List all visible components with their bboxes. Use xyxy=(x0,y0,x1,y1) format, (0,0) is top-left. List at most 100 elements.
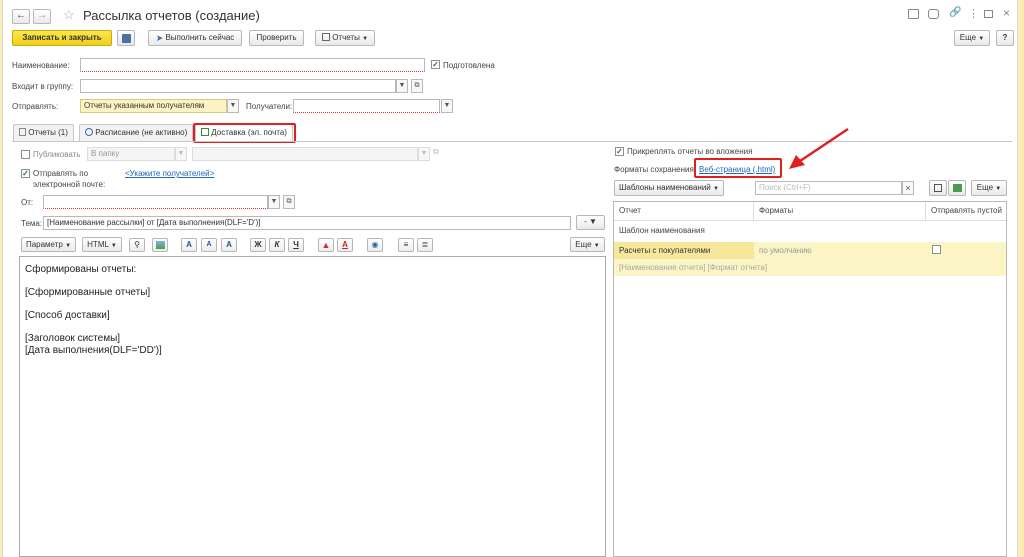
folder-path-dropdown: ▼ xyxy=(418,147,430,161)
column-header-send-empty[interactable]: Отправлять пустой xyxy=(926,202,1008,220)
copy-icon xyxy=(934,184,942,192)
row-send-empty-checkbox[interactable] xyxy=(932,245,941,254)
recipients-link[interactable]: <Укажите получателей> xyxy=(125,169,214,178)
help-button[interactable]: ? xyxy=(996,30,1014,46)
back-button[interactable]: ← xyxy=(12,9,30,24)
editor-more-button[interactable]: Еще ▼ xyxy=(570,237,605,252)
table-row[interactable]: Расчеты с покупателями по умолчанию [Наи… xyxy=(614,242,1006,276)
run-now-button[interactable]: ➤ Выполнить сейчас xyxy=(148,30,242,46)
insert-image-icon[interactable] xyxy=(152,238,168,252)
copy-button[interactable] xyxy=(929,180,947,196)
formats-label: Форматы сохранения: xyxy=(614,165,697,174)
html-label: HTML xyxy=(87,240,109,249)
send-email-checkbox[interactable]: ✓ xyxy=(21,169,30,178)
templates-label: Шаблоны наименований xyxy=(619,183,711,192)
from-open-button[interactable]: ⧉ xyxy=(283,195,295,209)
numbered-list-icon[interactable]: ≣ xyxy=(417,238,433,252)
grid-more-button[interactable]: Еще ▼ xyxy=(971,180,1007,196)
search-input[interactable]: Поиск (Ctrl+F) xyxy=(755,181,902,195)
restore-icon[interactable] xyxy=(984,10,993,18)
chevron-down-icon: ▼ xyxy=(995,186,1002,192)
group-label: Входит в группу: xyxy=(12,82,74,91)
forward-button[interactable]: → xyxy=(33,9,51,24)
tab-reports-label: Отчеты (1) xyxy=(28,128,68,137)
insert-link-icon[interactable]: ◉ xyxy=(367,238,383,252)
tab-schedule[interactable]: Расписание (не активно) xyxy=(79,124,194,141)
italic-button[interactable]: К xyxy=(269,238,285,252)
send-select[interactable]: Отчеты указанным получателям xyxy=(80,99,227,113)
report-mailing-window: ← → ☆ Рассылка отчетов (создание) 🔗 ⋮ × … xyxy=(2,0,1018,557)
more-label: Еще xyxy=(959,33,977,42)
grid-more-label: Еще xyxy=(976,183,994,192)
picture-glyph xyxy=(155,241,165,249)
more-button[interactable]: Еще ▼ xyxy=(954,30,990,46)
search-clear-button[interactable]: × xyxy=(902,181,914,195)
text-color-icon[interactable]: A xyxy=(337,238,353,252)
save-disk-button[interactable] xyxy=(117,30,135,46)
bulleted-list-icon[interactable]: ≡ xyxy=(398,238,414,252)
email-body-editor[interactable]: Сформированы отчеты: [Сформированные отч… xyxy=(19,256,606,557)
subject-more-button[interactable]: - ▼ xyxy=(576,215,605,230)
publish-checkbox[interactable] xyxy=(21,150,30,159)
send-dropdown-button[interactable]: ▼ xyxy=(227,99,239,113)
html-menu-button[interactable]: HTML ▼ xyxy=(82,237,122,252)
editor-line: [Сформированные отчеты] xyxy=(25,287,151,298)
prepared-label: Подготовлена xyxy=(443,61,495,70)
reports-label: Отчеты xyxy=(332,33,360,42)
underline-button[interactable]: Ч xyxy=(288,238,304,252)
send-label: Отправлять: xyxy=(12,102,59,111)
prepared-checkbox[interactable]: ✓ xyxy=(431,60,440,69)
row-report-name: Расчеты с покупателями xyxy=(619,246,711,255)
font-style-icon[interactable]: A xyxy=(221,238,237,252)
arrow-right-icon: ➤ xyxy=(155,33,164,43)
tab-reports[interactable]: Отчеты (1) xyxy=(13,124,74,141)
publish-label: Публиковать xyxy=(33,150,81,159)
recipients-dropdown-button[interactable]: ▼ xyxy=(441,99,453,113)
folder-path-input xyxy=(192,147,418,161)
find-icon[interactable]: ⚲ xyxy=(129,238,145,252)
name-templates-button[interactable]: Шаблоны наименований ▼ xyxy=(614,180,724,196)
chevron-down-icon: ▼ xyxy=(65,243,72,249)
chevron-down-icon: ▼ xyxy=(362,36,369,42)
save-and-close-button[interactable]: Записать и закрыть xyxy=(12,30,112,46)
group-dropdown-button[interactable]: ▼ xyxy=(396,79,408,93)
font-decrease-icon[interactable]: A xyxy=(201,238,217,252)
attach-reports-checkbox[interactable]: ✓ xyxy=(615,147,624,156)
reports-menu-button[interactable]: Отчеты ▼ xyxy=(315,30,375,46)
document-icon xyxy=(19,128,26,136)
subject-input[interactable]: [Наименование рассылки] от [Дата выполне… xyxy=(43,216,571,230)
column-header-report[interactable]: Отчет xyxy=(614,202,754,220)
send-email-label-line1: Отправлять по xyxy=(33,169,89,178)
header-divider xyxy=(614,220,1006,221)
column-header-formats[interactable]: Форматы xyxy=(754,202,926,220)
background-color-icon[interactable]: ▲ xyxy=(318,238,334,252)
editor-line xyxy=(25,276,605,287)
formats-link-highlight xyxy=(694,158,782,178)
editor-line: Сформированы отчеты: xyxy=(25,264,137,275)
chevron-down-icon: ▼ xyxy=(110,243,117,249)
reports-table: Отчет Форматы Отправлять пустой Шаблон н… xyxy=(613,201,1007,557)
bold-button[interactable]: Ж xyxy=(250,238,266,252)
chevron-down-icon: ▼ xyxy=(978,36,985,42)
edit-button[interactable] xyxy=(948,180,966,196)
close-icon[interactable]: × xyxy=(1003,6,1010,20)
chevron-down-icon: ▼ xyxy=(713,186,719,192)
more-vertical-icon[interactable]: ⋮ xyxy=(968,7,979,20)
recipients-input[interactable] xyxy=(293,99,440,113)
editor-line: [Дата выполнения(DLF='DD')] xyxy=(25,345,162,356)
group-open-button[interactable]: ⧉ xyxy=(411,79,423,93)
printer-icon[interactable] xyxy=(908,9,919,19)
editor-line: [Заголовок системы] xyxy=(25,333,121,344)
check-button[interactable]: Проверить xyxy=(249,30,304,46)
from-input[interactable] xyxy=(43,195,268,209)
name-input[interactable] xyxy=(80,58,425,72)
font-increase-icon[interactable]: A xyxy=(181,238,197,252)
window-title: Рассылка отчетов (создание) xyxy=(83,8,260,23)
link-icon[interactable]: 🔗 xyxy=(949,7,961,18)
chevron-down-icon: ▼ xyxy=(593,243,600,249)
print-icon[interactable] xyxy=(928,9,939,19)
group-input[interactable] xyxy=(80,79,396,93)
parameter-menu-button[interactable]: Параметр ▼ xyxy=(21,237,76,252)
from-dropdown-button[interactable]: ▼ xyxy=(268,195,280,209)
favorite-star-icon[interactable]: ☆ xyxy=(63,7,75,23)
